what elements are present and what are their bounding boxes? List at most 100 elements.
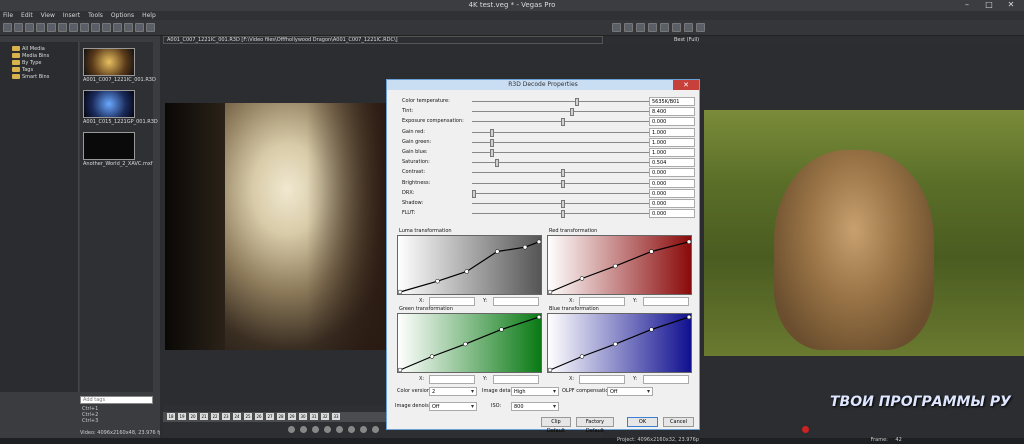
next-frame-icon[interactable] xyxy=(372,426,379,433)
toolbar-button-icon[interactable] xyxy=(36,23,45,32)
timeline-marker[interactable]: 18 xyxy=(167,413,175,420)
parameter-value-field[interactable]: 0.000 xyxy=(649,209,695,219)
timeline-marker[interactable]: 21 xyxy=(200,413,208,420)
menu-item[interactable]: View xyxy=(41,11,55,20)
x-input[interactable] xyxy=(429,297,475,306)
parameter-slider[interactable] xyxy=(472,131,654,133)
parameter-value-field[interactable]: 0.000 xyxy=(649,188,695,198)
slider-thumb[interactable] xyxy=(489,138,494,147)
parameter-slider[interactable] xyxy=(472,162,654,164)
parameter-slider[interactable] xyxy=(472,152,654,153)
minimize-button[interactable]: – xyxy=(956,0,978,11)
clip-default-button[interactable]: Clip Default xyxy=(541,417,571,434)
tree-item[interactable]: Tags xyxy=(12,67,33,73)
toolbar-button-icon[interactable] xyxy=(3,23,12,32)
slider-thumb[interactable] xyxy=(561,179,565,188)
x-input[interactable] xyxy=(579,375,625,384)
preview-quality[interactable]: Best (Full) xyxy=(674,36,699,44)
parameter-value-field[interactable]: 8.400 xyxy=(649,107,695,117)
y-input[interactable] xyxy=(643,375,689,384)
timeline-marker[interactable]: 30 xyxy=(299,413,307,420)
loop-icon[interactable] xyxy=(300,426,307,433)
toolbar-button-icon[interactable] xyxy=(25,23,34,32)
image-denoise-select[interactable]: Off xyxy=(429,402,477,411)
y-input[interactable] xyxy=(493,375,539,384)
parameter-value-field[interactable]: 0.000 xyxy=(649,199,695,208)
preview-tool-icon[interactable] xyxy=(612,23,621,32)
y-input[interactable] xyxy=(493,297,539,306)
preview-tool-icon[interactable] xyxy=(660,23,669,32)
timeline-marker[interactable]: 28 xyxy=(277,413,285,420)
close-button[interactable]: ✕ xyxy=(1000,0,1022,11)
tree-item[interactable]: Media Bins xyxy=(12,53,49,59)
image-detail-select[interactable]: High xyxy=(511,387,559,396)
toolbar-button-icon[interactable] xyxy=(80,23,89,32)
timeline-marker[interactable]: 27 xyxy=(266,413,274,420)
slider-thumb[interactable] xyxy=(561,210,565,219)
timeline-marker[interactable]: 31 xyxy=(310,413,318,420)
slider-thumb[interactable] xyxy=(472,189,476,198)
timeline-marker[interactable]: 29 xyxy=(288,413,296,420)
slider-thumb[interactable] xyxy=(489,128,494,137)
curve-editor[interactable] xyxy=(397,313,542,373)
media-thumbnail[interactable] xyxy=(83,90,135,118)
timeline-marker[interactable]: 26 xyxy=(255,413,263,420)
olpf-select[interactable]: Off xyxy=(607,387,653,396)
toolbar-button-icon[interactable] xyxy=(58,23,67,32)
record-icon[interactable] xyxy=(288,426,295,433)
slider-thumb[interactable] xyxy=(561,200,565,208)
timeline-marker[interactable]: 20 xyxy=(189,413,197,420)
factory-default-button[interactable]: Factory Default xyxy=(576,417,614,434)
curve-editor[interactable] xyxy=(547,235,692,295)
timeline-marker[interactable]: 22 xyxy=(211,413,219,420)
tree-item[interactable]: By Type xyxy=(12,60,41,66)
toolbar-button-icon[interactable] xyxy=(47,23,56,32)
timeline-marker[interactable]: 23 xyxy=(222,413,230,420)
toolbar-button-icon[interactable] xyxy=(69,23,78,32)
timeline-marker[interactable]: 25 xyxy=(244,413,252,420)
x-input[interactable] xyxy=(429,375,475,384)
tag-input[interactable]: Add tags xyxy=(80,396,153,404)
preview-tool-icon[interactable] xyxy=(672,23,681,32)
pause-icon[interactable] xyxy=(336,426,343,433)
parameter-value-field[interactable]: 0.000 xyxy=(649,178,695,188)
menu-item[interactable]: File xyxy=(3,11,13,20)
ok-button[interactable]: OK xyxy=(627,417,658,427)
parameter-slider[interactable] xyxy=(472,111,654,113)
parameter-value-field[interactable]: 0.000 xyxy=(649,117,695,127)
stop-icon[interactable] xyxy=(348,426,355,433)
cancel-button[interactable]: Cancel xyxy=(663,417,694,427)
tree-item[interactable]: Smart Bins xyxy=(12,74,49,80)
parameter-slider[interactable] xyxy=(472,192,654,194)
parameter-value-field[interactable]: 0.000 xyxy=(649,168,695,178)
media-thumbnail[interactable] xyxy=(83,132,135,160)
y-input[interactable] xyxy=(643,297,689,306)
play-from-start-icon[interactable] xyxy=(324,426,331,433)
slider-thumb[interactable] xyxy=(569,108,574,117)
maximize-button[interactable]: □ xyxy=(978,0,1000,11)
toolbar-button-icon[interactable] xyxy=(113,23,122,32)
preview-tool-icon[interactable] xyxy=(624,23,633,32)
toolbar-button-icon[interactable] xyxy=(135,23,144,32)
record-button[interactable] xyxy=(802,426,809,433)
menu-item[interactable]: Tools xyxy=(88,11,103,20)
menu-item[interactable]: Insert xyxy=(63,11,80,20)
slider-thumb[interactable] xyxy=(561,169,565,178)
preview-tool-icon[interactable] xyxy=(696,23,705,32)
parameter-value-field[interactable]: 0.504 xyxy=(649,158,695,168)
slider-thumb[interactable] xyxy=(495,159,500,168)
parameter-slider[interactable] xyxy=(472,101,654,102)
timeline-marker[interactable]: 19 xyxy=(178,413,186,420)
preview-tool-icon[interactable] xyxy=(636,23,645,32)
media-thumbnail[interactable] xyxy=(83,48,135,76)
toolbar-button-icon[interactable] xyxy=(124,23,133,32)
toolbar-button-icon[interactable] xyxy=(146,23,155,32)
dialog-close-button[interactable]: ✕ xyxy=(673,80,699,90)
toolbar-button-icon[interactable] xyxy=(91,23,100,32)
slider-thumb[interactable] xyxy=(575,98,580,106)
preview-tool-icon[interactable] xyxy=(648,23,657,32)
parameter-value-field[interactable]: 1.000 xyxy=(649,137,695,147)
tree-item[interactable]: All Media xyxy=(12,46,45,52)
preview-tool-icon[interactable] xyxy=(684,23,693,32)
timeline-marker[interactable]: 24 xyxy=(233,413,241,420)
